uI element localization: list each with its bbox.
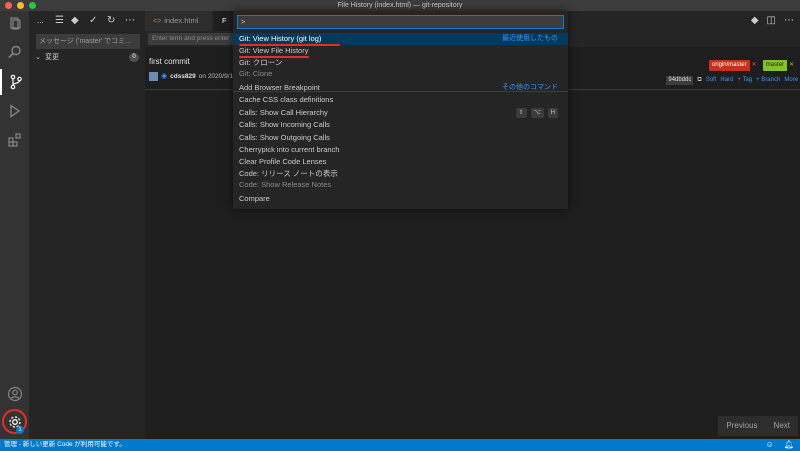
source-control-sidebar: ... ☰ ◆ ✓ ↻ ⋯ メッセージ ('master' でコミ... ⌄ 変… xyxy=(29,11,145,439)
git-graph-icon[interactable]: ◆ xyxy=(71,14,79,28)
eye-icon[interactable]: ◉ xyxy=(161,72,167,80)
tab-index-html[interactable]: <> index.html xyxy=(145,11,213,31)
account-icon[interactable] xyxy=(0,381,29,407)
commit-title[interactable]: first commit xyxy=(149,57,190,66)
command-label: Git: View File History xyxy=(239,46,309,55)
command-label: Cache CSS class definitions xyxy=(239,95,334,104)
command-input[interactable]: > xyxy=(237,15,564,29)
search-icon[interactable] xyxy=(0,39,29,65)
refresh-icon[interactable]: ↻ xyxy=(107,14,115,28)
bell-icon[interactable]: 🔔︎ xyxy=(784,439,794,451)
more-actions-icon[interactable]: ⋯ xyxy=(125,14,135,28)
commit-date: on 2020/9/12 xyxy=(198,72,237,80)
command-label: Git: Clone xyxy=(239,69,273,78)
command-palette: > Git: View History (git log) 最近使用したもの G… xyxy=(233,11,568,209)
commit-hash[interactable]: 94dbddc xyxy=(666,75,694,85)
branch-badge-origin-master[interactable]: origin/master ✕ xyxy=(708,60,759,71)
command-label: Calls: Show Incoming Calls xyxy=(239,120,330,129)
key-shift: ⇧ xyxy=(515,108,527,118)
add-branch-button[interactable]: + Branch xyxy=(756,77,780,83)
command-item[interactable]: Add Browser Breakpoint その他のコマンド xyxy=(233,82,568,94)
soft-reset-button[interactable]: Soft xyxy=(706,77,717,83)
command-item[interactable]: Calls: Show Incoming Calls xyxy=(233,119,568,131)
hard-reset-button[interactable]: Hard xyxy=(720,77,733,83)
close-icon[interactable]: ✕ xyxy=(786,60,796,71)
html-file-icon: <> xyxy=(153,18,162,25)
source-control-icon[interactable] xyxy=(0,69,29,95)
command-label: Code: Show Release Notes xyxy=(239,180,332,189)
command-item[interactable]: Cherrypick into current branch xyxy=(233,144,568,156)
feedback-icon[interactable]: ☺ xyxy=(766,439,774,451)
command-item[interactable]: Calls: Show Outgoing Calls xyxy=(233,132,568,144)
avatar xyxy=(149,71,158,81)
run-debug-icon[interactable] xyxy=(0,98,29,124)
branch-badge-master[interactable]: master ✕ xyxy=(762,60,796,71)
commit-actions-row: 94dbddc ⧉ Soft Hard + Tag + Branch More xyxy=(666,75,798,85)
command-label: Code: リリース ノートの表示 xyxy=(239,169,338,178)
commit-check-icon[interactable]: ✓ xyxy=(89,14,97,28)
branch-name: origin/master xyxy=(711,62,747,68)
command-item[interactable]: Code: Show Release Notes xyxy=(233,179,568,191)
previous-button[interactable]: Previous xyxy=(718,416,765,436)
commit-meta: ◉ cdss829 on 2020/9/12 xyxy=(149,71,237,81)
command-label: Add Browser Breakpoint xyxy=(239,83,320,92)
command-item[interactable]: Compare xyxy=(233,193,568,205)
chevron-down-icon: ⌄ xyxy=(35,54,41,61)
search-input[interactable]: Enter term and press enter xyxy=(148,33,238,45)
command-item[interactable]: Cache CSS class definitions xyxy=(233,94,568,106)
sidebar-title: ... xyxy=(37,16,44,25)
key-h: H xyxy=(547,108,558,118)
other-group-label: その他のコマンド xyxy=(502,84,558,91)
commit-author[interactable]: cdss829 xyxy=(170,73,196,80)
add-tag-button[interactable]: + Tag xyxy=(737,77,752,83)
branch-name: master xyxy=(765,62,784,68)
status-bar: 管理 - 新しい更新 Code が利用可能です。 ☺ 🔔︎ xyxy=(0,439,800,451)
commit-message-input[interactable]: メッセージ ('master' でコミ... xyxy=(36,34,140,49)
more-actions-icon[interactable]: ⋯ xyxy=(784,14,794,28)
command-label: Cherrypick into current branch xyxy=(239,145,340,154)
vscode-window: File History (index.html) — git-reposito… xyxy=(0,0,800,451)
command-label: Git: View History (git log) xyxy=(239,34,322,43)
split-editor-icon[interactable]: ◫ xyxy=(767,14,776,28)
command-label: Calls: Show Outgoing Calls xyxy=(239,133,330,142)
window-title: File History (index.html) — git-reposito… xyxy=(337,2,463,9)
keybinding: ⇧ ⌥ H xyxy=(515,107,558,118)
changes-label: 変更 xyxy=(45,54,59,61)
changes-count-badge: 0 xyxy=(129,53,139,62)
close-icon[interactable]: ✕ xyxy=(749,60,759,71)
tab-label: index.html xyxy=(164,16,199,25)
command-item[interactable]: Clear Profile Code Lenses xyxy=(233,156,568,168)
git-graph-icon[interactable]: ◆ xyxy=(751,14,759,28)
status-right: ☺ 🔔︎ xyxy=(766,439,794,451)
activity-bar: 1 xyxy=(0,11,29,439)
editor-actions: ◆ ◫ ⋯ xyxy=(751,14,794,28)
command-label: Compare xyxy=(239,194,270,203)
changes-group[interactable]: ⌄ 変更 0 xyxy=(29,51,145,64)
command-item[interactable]: Git: Clone xyxy=(233,68,568,80)
pagination: Previous Next xyxy=(718,416,798,436)
status-update-notice[interactable]: 管理 - 新しい更新 Code が利用可能です。 xyxy=(4,439,126,451)
title-bar: File History (index.html) — git-reposito… xyxy=(0,0,800,11)
copy-icon[interactable]: ⧉ xyxy=(697,77,701,84)
command-label: Git: クローン xyxy=(239,58,283,67)
next-button[interactable]: Next xyxy=(766,416,798,436)
gear-icon[interactable] xyxy=(0,409,29,435)
sidebar-toolbar: ... ☰ ◆ ✓ ↻ ⋯ xyxy=(29,11,145,31)
more-button[interactable]: More xyxy=(784,77,798,83)
tab-label: F xyxy=(222,16,227,25)
command-label: Calls: Show Call Hierarchy xyxy=(239,108,328,117)
explorer-icon[interactable] xyxy=(0,11,29,37)
branch-labels: origin/master ✕ master ✕ xyxy=(708,60,796,71)
extensions-icon[interactable] xyxy=(0,127,29,153)
recent-group-label: 最近使用したもの xyxy=(502,35,558,42)
key-option: ⌥ xyxy=(530,108,544,118)
command-label: Clear Profile Code Lenses xyxy=(239,157,327,166)
command-item[interactable]: Calls: Show Call Hierarchy ⇧ ⌥ H xyxy=(233,107,568,119)
list-icon[interactable]: ☰ xyxy=(55,14,64,28)
manage-badge: 1 xyxy=(16,426,24,434)
